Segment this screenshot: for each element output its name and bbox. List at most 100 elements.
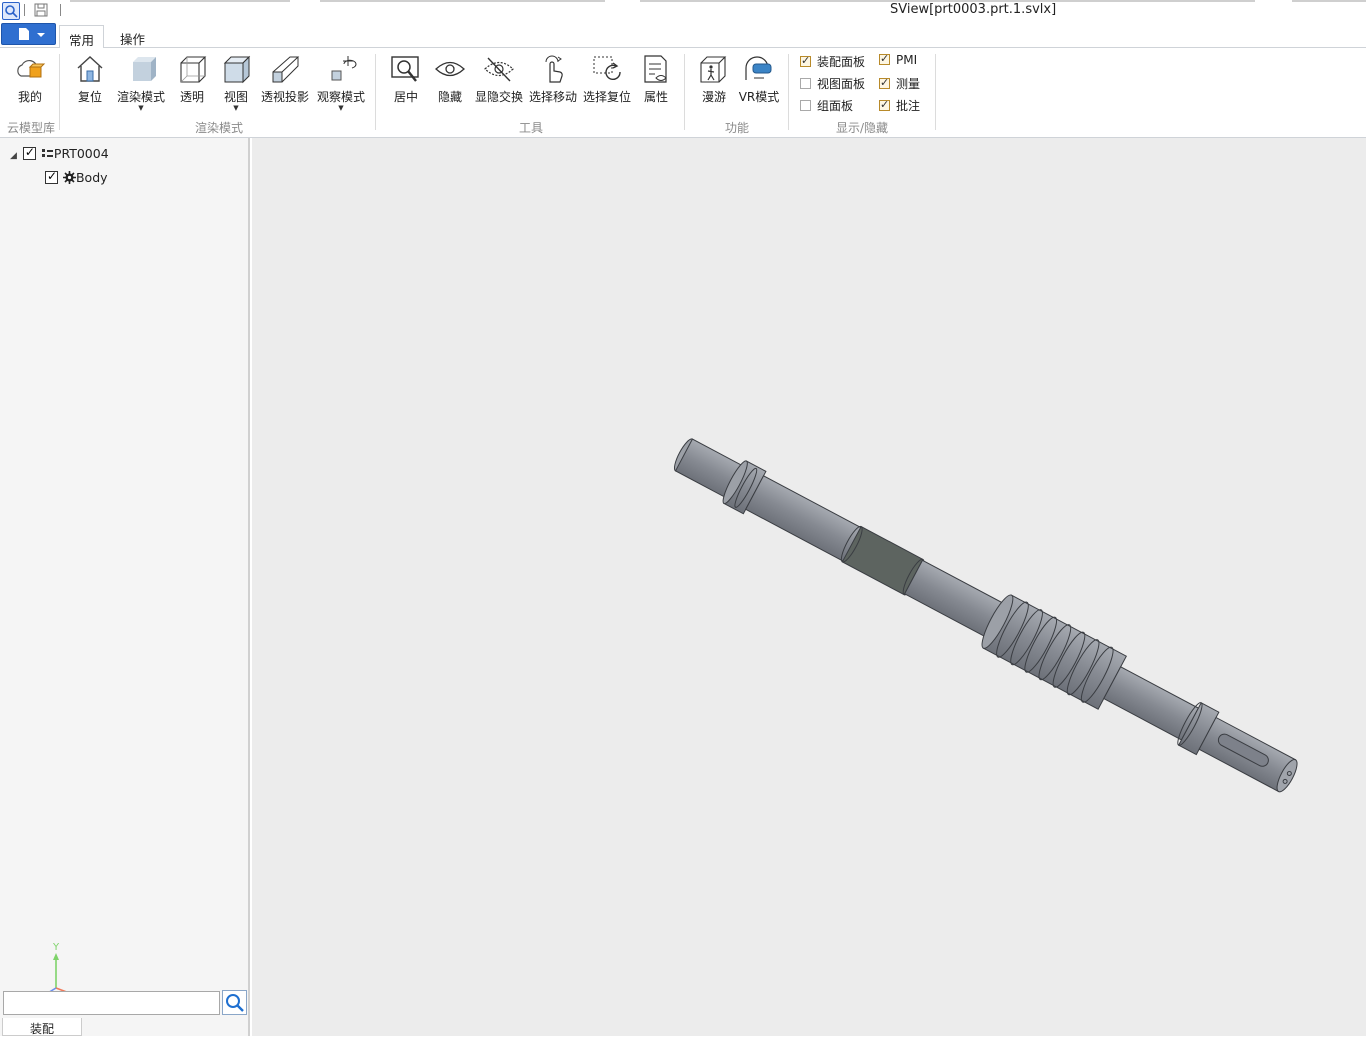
select-move-label: 选择移动: [528, 90, 577, 104]
view-label: 视图: [223, 90, 248, 104]
checkbox-label: 视图面板: [817, 77, 866, 91]
document-properties-icon: [644, 55, 667, 83]
chevron-down-icon: ▼: [338, 104, 344, 112]
app-icon[interactable]: [2, 2, 20, 20]
select-reset-button[interactable]: 选择复位: [581, 54, 633, 114]
group-separator: [935, 54, 936, 130]
checkbox-box: [879, 76, 890, 89]
zoom-center-icon: [391, 56, 419, 82]
tab-common[interactable]: 常用: [59, 25, 105, 49]
chevron-down-icon: ▼: [138, 104, 144, 112]
render-mode-label: 渲染模式: [116, 90, 165, 104]
vr-mode-button[interactable]: VR模式: [733, 54, 785, 114]
walk-icon: [700, 56, 727, 83]
eye-icon: [435, 61, 465, 77]
vr-mode-label: VR模式: [738, 90, 780, 104]
group-separator: [59, 54, 60, 130]
checkbox-box: [800, 100, 811, 111]
checkbox-label: 装配面板: [817, 55, 866, 69]
assembly-panel: ◢ PRT0004 Body Y 装配: [0, 138, 250, 1036]
properties-label: 属性: [643, 90, 668, 104]
tree-checkbox[interactable]: [22, 145, 36, 160]
tree-node-body[interactable]: Body: [45, 169, 108, 188]
checkbox-view-panel[interactable]: 视图面板: [800, 75, 865, 93]
perspective-icon: [272, 56, 300, 83]
view-cube-icon: [223, 55, 251, 84]
tree-node-label: Body: [75, 170, 108, 185]
select-move-button[interactable]: 选择移动: [527, 54, 579, 114]
group-label-render: 渲染模式: [195, 121, 244, 135]
search-button[interactable]: [222, 990, 247, 1015]
checkbox-box: [879, 98, 890, 111]
home-icon: [77, 56, 103, 82]
reset-button[interactable]: 复位: [64, 54, 116, 114]
view-button[interactable]: 视图 ▼: [210, 54, 262, 114]
hand-pointer-icon: [545, 55, 563, 83]
cloud-icon: [17, 59, 46, 78]
group-label-features: 功能: [725, 121, 750, 135]
tab-assembly[interactable]: 装配: [2, 1018, 82, 1036]
checkbox-label: 测量: [896, 77, 921, 91]
select-reset-label: 选择复位: [582, 90, 631, 104]
search-icon: [226, 994, 244, 1012]
axis-triad: Y: [45, 942, 73, 994]
tree-checkbox[interactable]: [45, 169, 58, 184]
hide-button[interactable]: 隐藏: [424, 54, 476, 114]
select-reset-icon: [593, 56, 621, 80]
title-bar: SView[prt0003.prt.1.svlx]: [0, 0, 1366, 22]
wireframe-cube-icon: [180, 56, 207, 83]
tree-node-label: PRT0004: [53, 146, 109, 161]
title-bar-decoration: [1292, 0, 1366, 2]
checkbox-label: 组面板: [817, 99, 854, 113]
assembly-icon: [41, 149, 53, 157]
separator: [60, 4, 61, 16]
swap-visibility-button[interactable]: 显隐交换: [473, 54, 525, 114]
document-icon: [19, 28, 45, 40]
checkbox-box: [800, 54, 811, 67]
shaded-cube-icon: [133, 57, 156, 81]
perspective-label: 透视投影: [260, 90, 309, 104]
group-label-tools: 工具: [519, 121, 544, 135]
orbit-icon: [331, 56, 357, 81]
render-mode-button[interactable]: 渲染模式 ▼: [115, 54, 167, 114]
group-separator: [788, 54, 789, 130]
checkbox-label: 批注: [896, 99, 921, 113]
checkbox-measure[interactable]: 测量: [879, 75, 920, 93]
shaft-model[interactable]: [252, 138, 1366, 1036]
reset-label: 复位: [77, 90, 102, 104]
observe-mode-label: 观察模式: [316, 90, 365, 104]
checkbox-group-panel[interactable]: 组面板: [800, 97, 853, 115]
file-menu-button[interactable]: [1, 23, 56, 45]
checkbox-box: [879, 52, 890, 65]
group-label-display: 显示/隐藏: [836, 121, 889, 135]
hide-label: 隐藏: [437, 90, 462, 104]
search-input[interactable]: [3, 991, 220, 1015]
group-separator: [684, 54, 685, 130]
my-models-button[interactable]: 我的: [4, 54, 56, 114]
save-icon[interactable]: [33, 2, 51, 20]
title-bar-decoration: [320, 0, 605, 2]
checkbox-pmi[interactable]: PMI: [879, 52, 918, 71]
checkbox-box: [800, 78, 811, 89]
properties-button[interactable]: 属性: [630, 54, 682, 114]
observe-mode-button[interactable]: 观察模式 ▼: [315, 54, 367, 114]
expand-triangle-icon[interactable]: ◢: [10, 151, 17, 161]
ribbon-tab-row: 常用 操作: [0, 22, 1366, 49]
perspective-button[interactable]: 透视投影: [259, 54, 311, 114]
group-separator: [375, 54, 376, 130]
axis-y-label: Y: [52, 942, 60, 953]
vr-headset-icon: [745, 56, 772, 80]
window-title: SView[prt0003.prt.1.svlx]: [890, 2, 1057, 17]
tab-operate[interactable]: 操作: [111, 25, 154, 49]
3d-viewport[interactable]: [252, 138, 1366, 1036]
group-label-cloud: 云模型库: [7, 121, 56, 135]
my-models-label: 我的: [17, 90, 42, 104]
checkbox-annotation[interactable]: 批注: [879, 97, 920, 115]
checkbox-label: PMI: [896, 53, 918, 67]
swap-visibility-label: 显隐交换: [474, 90, 523, 104]
checkbox-assembly-panel[interactable]: 装配面板: [800, 53, 865, 71]
separator: [24, 4, 25, 16]
ribbon: 我的 云模型库 复位 渲染模式 ▼ 透明 视图 ▼ 透视投影 观察模式 ▼ 渲染…: [0, 48, 1366, 138]
title-bar-decoration: [70, 0, 290, 2]
tree-node-root[interactable]: ◢ PRT0004: [10, 145, 109, 164]
